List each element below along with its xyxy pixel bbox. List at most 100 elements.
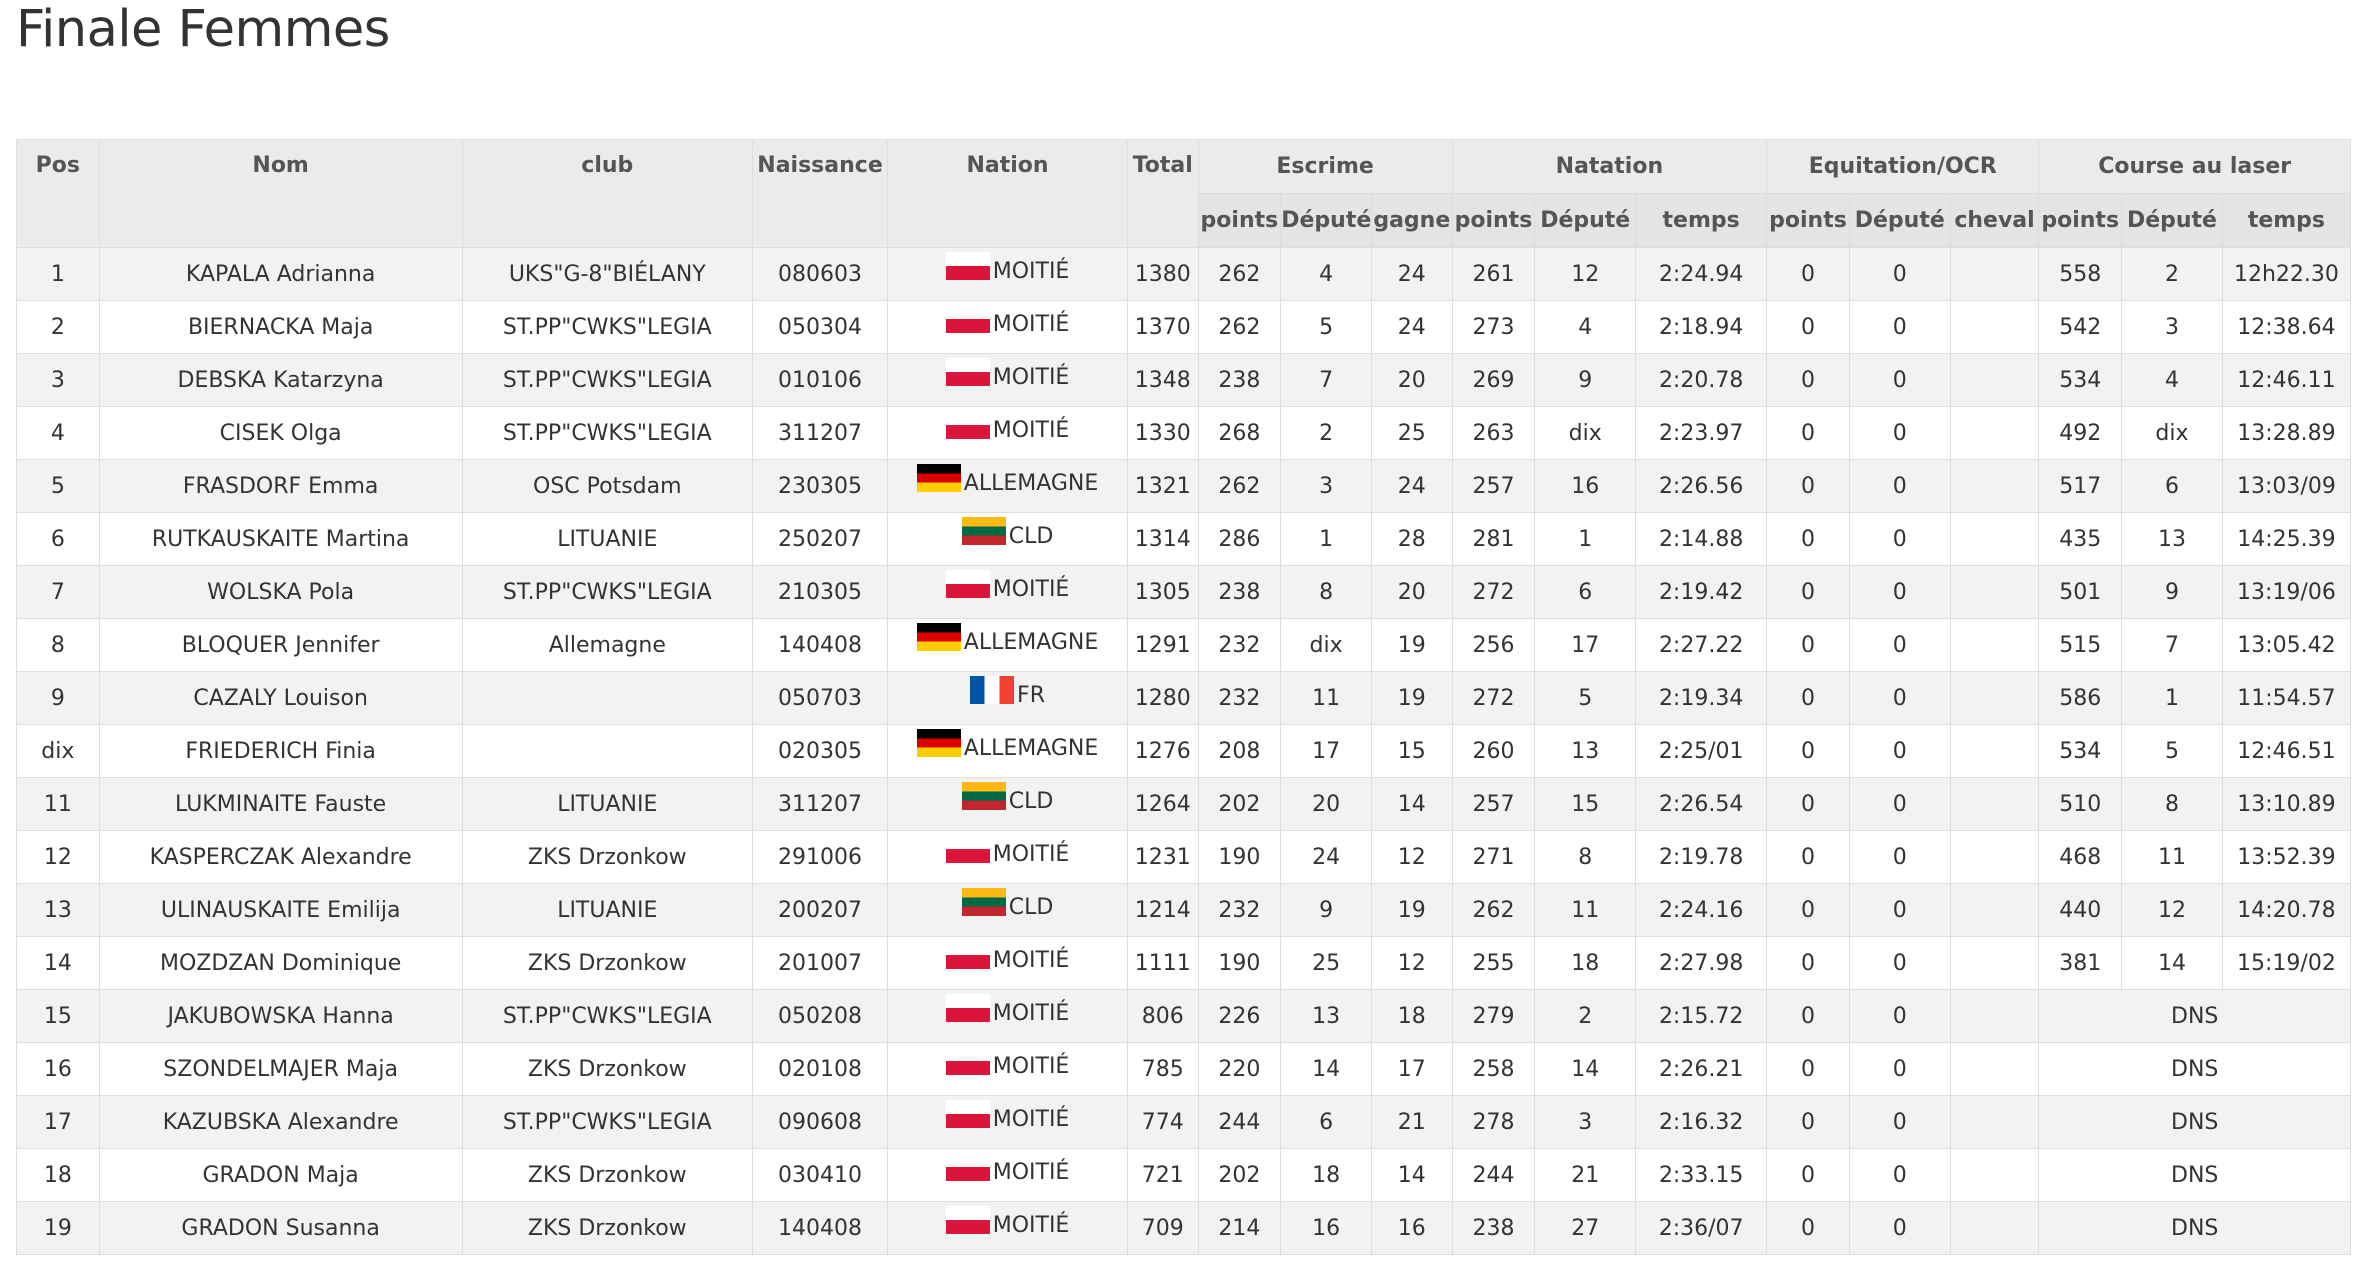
natation-depute-cell: 15 bbox=[1534, 777, 1637, 831]
course-temps-cell: 12:46.11 bbox=[2221, 353, 2352, 407]
table-row: 4 CISEK Olga ST.PP"CWKS"LEGIA 311207 MOITIÉ 1… bbox=[16, 406, 2352, 460]
equitation-depute-cell: 0 bbox=[1848, 777, 1951, 831]
equitation-depute-cell: 0 bbox=[1848, 1148, 1951, 1202]
equitation-cheval-cell bbox=[1949, 777, 2040, 831]
escrime-depute-cell: 5 bbox=[1280, 300, 1372, 354]
natation-temps-cell: 2:27.22 bbox=[1635, 618, 1768, 672]
course-points-cell: 501 bbox=[2038, 565, 2123, 619]
club-cell bbox=[461, 724, 753, 778]
pos-cell: 15 bbox=[16, 989, 100, 1043]
nom-cell: RUTKAUSKAITE Martina bbox=[98, 512, 463, 566]
table-header: Pos Nom club Naissance Nation Total Escr… bbox=[16, 139, 2352, 248]
nom-cell: GRADON Susanna bbox=[98, 1201, 463, 1255]
pos-cell: 11 bbox=[16, 777, 100, 831]
natation-points-cell: 272 bbox=[1451, 565, 1536, 619]
results-table: Pos Nom club Naissance Nation Total Escr… bbox=[16, 139, 2352, 1255]
escrime-depute-cell: 4 bbox=[1280, 247, 1372, 301]
naissance-cell: 140408 bbox=[751, 618, 889, 672]
course-depute-cell: 2 bbox=[2121, 247, 2223, 301]
flag-pl-icon bbox=[945, 1100, 990, 1128]
natation-points-cell: 257 bbox=[1451, 459, 1536, 513]
total-cell: 1348 bbox=[1127, 353, 1199, 407]
equitation-depute-cell: 0 bbox=[1848, 1095, 1951, 1149]
escrime-gagne-cell: 14 bbox=[1370, 777, 1453, 831]
club-cell: ST.PP"CWKS"LEGIA bbox=[461, 565, 753, 619]
course-depute-cell: 14 bbox=[2121, 936, 2223, 990]
naissance-cell: 030410 bbox=[751, 1148, 889, 1202]
naissance-cell: 201007 bbox=[751, 936, 889, 990]
equitation-cheval-cell bbox=[1949, 512, 2040, 566]
escrime-points-cell: 268 bbox=[1197, 406, 1282, 460]
naissance-cell: 080603 bbox=[751, 247, 889, 301]
subheader-temps: temps bbox=[2221, 193, 2352, 248]
club-cell: OSC Potsdam bbox=[461, 459, 753, 513]
equitation-points-cell: 0 bbox=[1766, 777, 1850, 831]
pos-cell: 4 bbox=[16, 406, 100, 460]
total-cell: 1321 bbox=[1127, 459, 1199, 513]
flag-de-icon bbox=[916, 623, 961, 651]
nation-label: MOITIÉ bbox=[992, 1212, 1070, 1238]
natation-temps-cell: 2:25/01 bbox=[1635, 724, 1768, 778]
nation-cell: ALLEMAGNE bbox=[887, 459, 1128, 513]
escrime-points-cell: 190 bbox=[1197, 830, 1282, 884]
subheader-depute: Député bbox=[2121, 193, 2223, 248]
naissance-cell: 230305 bbox=[751, 459, 889, 513]
subheader-depute: Député bbox=[1280, 193, 1372, 248]
escrime-gagne-cell: 18 bbox=[1370, 989, 1453, 1043]
flag-de-icon bbox=[916, 729, 961, 757]
natation-depute-cell: 6 bbox=[1534, 565, 1637, 619]
escrime-points-cell: 232 bbox=[1197, 883, 1282, 937]
natation-temps-cell: 2:16.32 bbox=[1635, 1095, 1768, 1149]
natation-depute-cell: 3 bbox=[1534, 1095, 1637, 1149]
course-depute-cell: 6 bbox=[2121, 459, 2223, 513]
natation-points-cell: 261 bbox=[1451, 247, 1536, 301]
flag-lt-icon bbox=[961, 782, 1006, 810]
nation-cell: MOITIÉ bbox=[887, 247, 1128, 301]
equitation-cheval-cell bbox=[1949, 247, 2040, 301]
naissance-cell: 090608 bbox=[751, 1095, 889, 1149]
equitation-depute-cell: 0 bbox=[1848, 883, 1951, 937]
nation-label: MOITIÉ bbox=[992, 1053, 1070, 1079]
natation-points-cell: 263 bbox=[1451, 406, 1536, 460]
flag-fr-icon bbox=[970, 676, 1015, 704]
total-cell: 1291 bbox=[1127, 618, 1199, 672]
nation-cell: CLD bbox=[887, 777, 1128, 831]
table-row: 12 KASPERCZAK Alexandre ZKS Drzonkow 291006… bbox=[16, 830, 2352, 884]
natation-temps-cell: 2:15.72 bbox=[1635, 989, 1768, 1043]
escrime-points-cell: 190 bbox=[1197, 936, 1282, 990]
pos-cell: 7 bbox=[16, 565, 100, 619]
pos-cell: 12 bbox=[16, 830, 100, 884]
natation-depute-cell: 2 bbox=[1534, 989, 1637, 1043]
escrime-depute-cell: 8 bbox=[1280, 565, 1372, 619]
header-escrime: Escrime bbox=[1197, 139, 1453, 194]
escrime-gagne-cell: 19 bbox=[1370, 618, 1453, 672]
nation-cell: ALLEMAGNE bbox=[887, 724, 1128, 778]
escrime-points-cell: 262 bbox=[1197, 247, 1282, 301]
natation-depute-cell: 17 bbox=[1534, 618, 1637, 672]
header-equitation: Equitation/OCR bbox=[1766, 139, 2040, 194]
equitation-points-cell: 0 bbox=[1766, 671, 1850, 725]
total-cell: 1305 bbox=[1127, 565, 1199, 619]
natation-temps-cell: 2:19.34 bbox=[1635, 671, 1768, 725]
table-row: 9 CAZALY Louison 050703 FR 1280 232 11 19 272 5 2:… bbox=[16, 671, 2352, 725]
equitation-points-cell: 0 bbox=[1766, 353, 1850, 407]
naissance-cell: 291006 bbox=[751, 830, 889, 884]
equitation-depute-cell: 0 bbox=[1848, 512, 1951, 566]
nation-cell: CLD bbox=[887, 883, 1128, 937]
natation-points-cell: 269 bbox=[1451, 353, 1536, 407]
escrime-gagne-cell: 24 bbox=[1370, 459, 1453, 513]
nation-cell: MOITIÉ bbox=[887, 406, 1128, 460]
naissance-cell: 311207 bbox=[751, 406, 889, 460]
flag-pl-icon bbox=[945, 570, 990, 598]
nom-cell: LUKMINAITE Fauste bbox=[98, 777, 463, 831]
course-temps-cell: 13:52.39 bbox=[2221, 830, 2352, 884]
equitation-cheval-cell bbox=[1949, 883, 2040, 937]
naissance-cell: 140408 bbox=[751, 1201, 889, 1255]
course-points-cell: 435 bbox=[2038, 512, 2123, 566]
equitation-cheval-cell bbox=[1949, 1201, 2040, 1255]
natation-points-cell: 273 bbox=[1451, 300, 1536, 354]
nom-cell: WOLSKA Pola bbox=[98, 565, 463, 619]
course-points-cell: 534 bbox=[2038, 724, 2123, 778]
pos-cell: 17 bbox=[16, 1095, 100, 1149]
subheader-points: points bbox=[2038, 193, 2123, 248]
